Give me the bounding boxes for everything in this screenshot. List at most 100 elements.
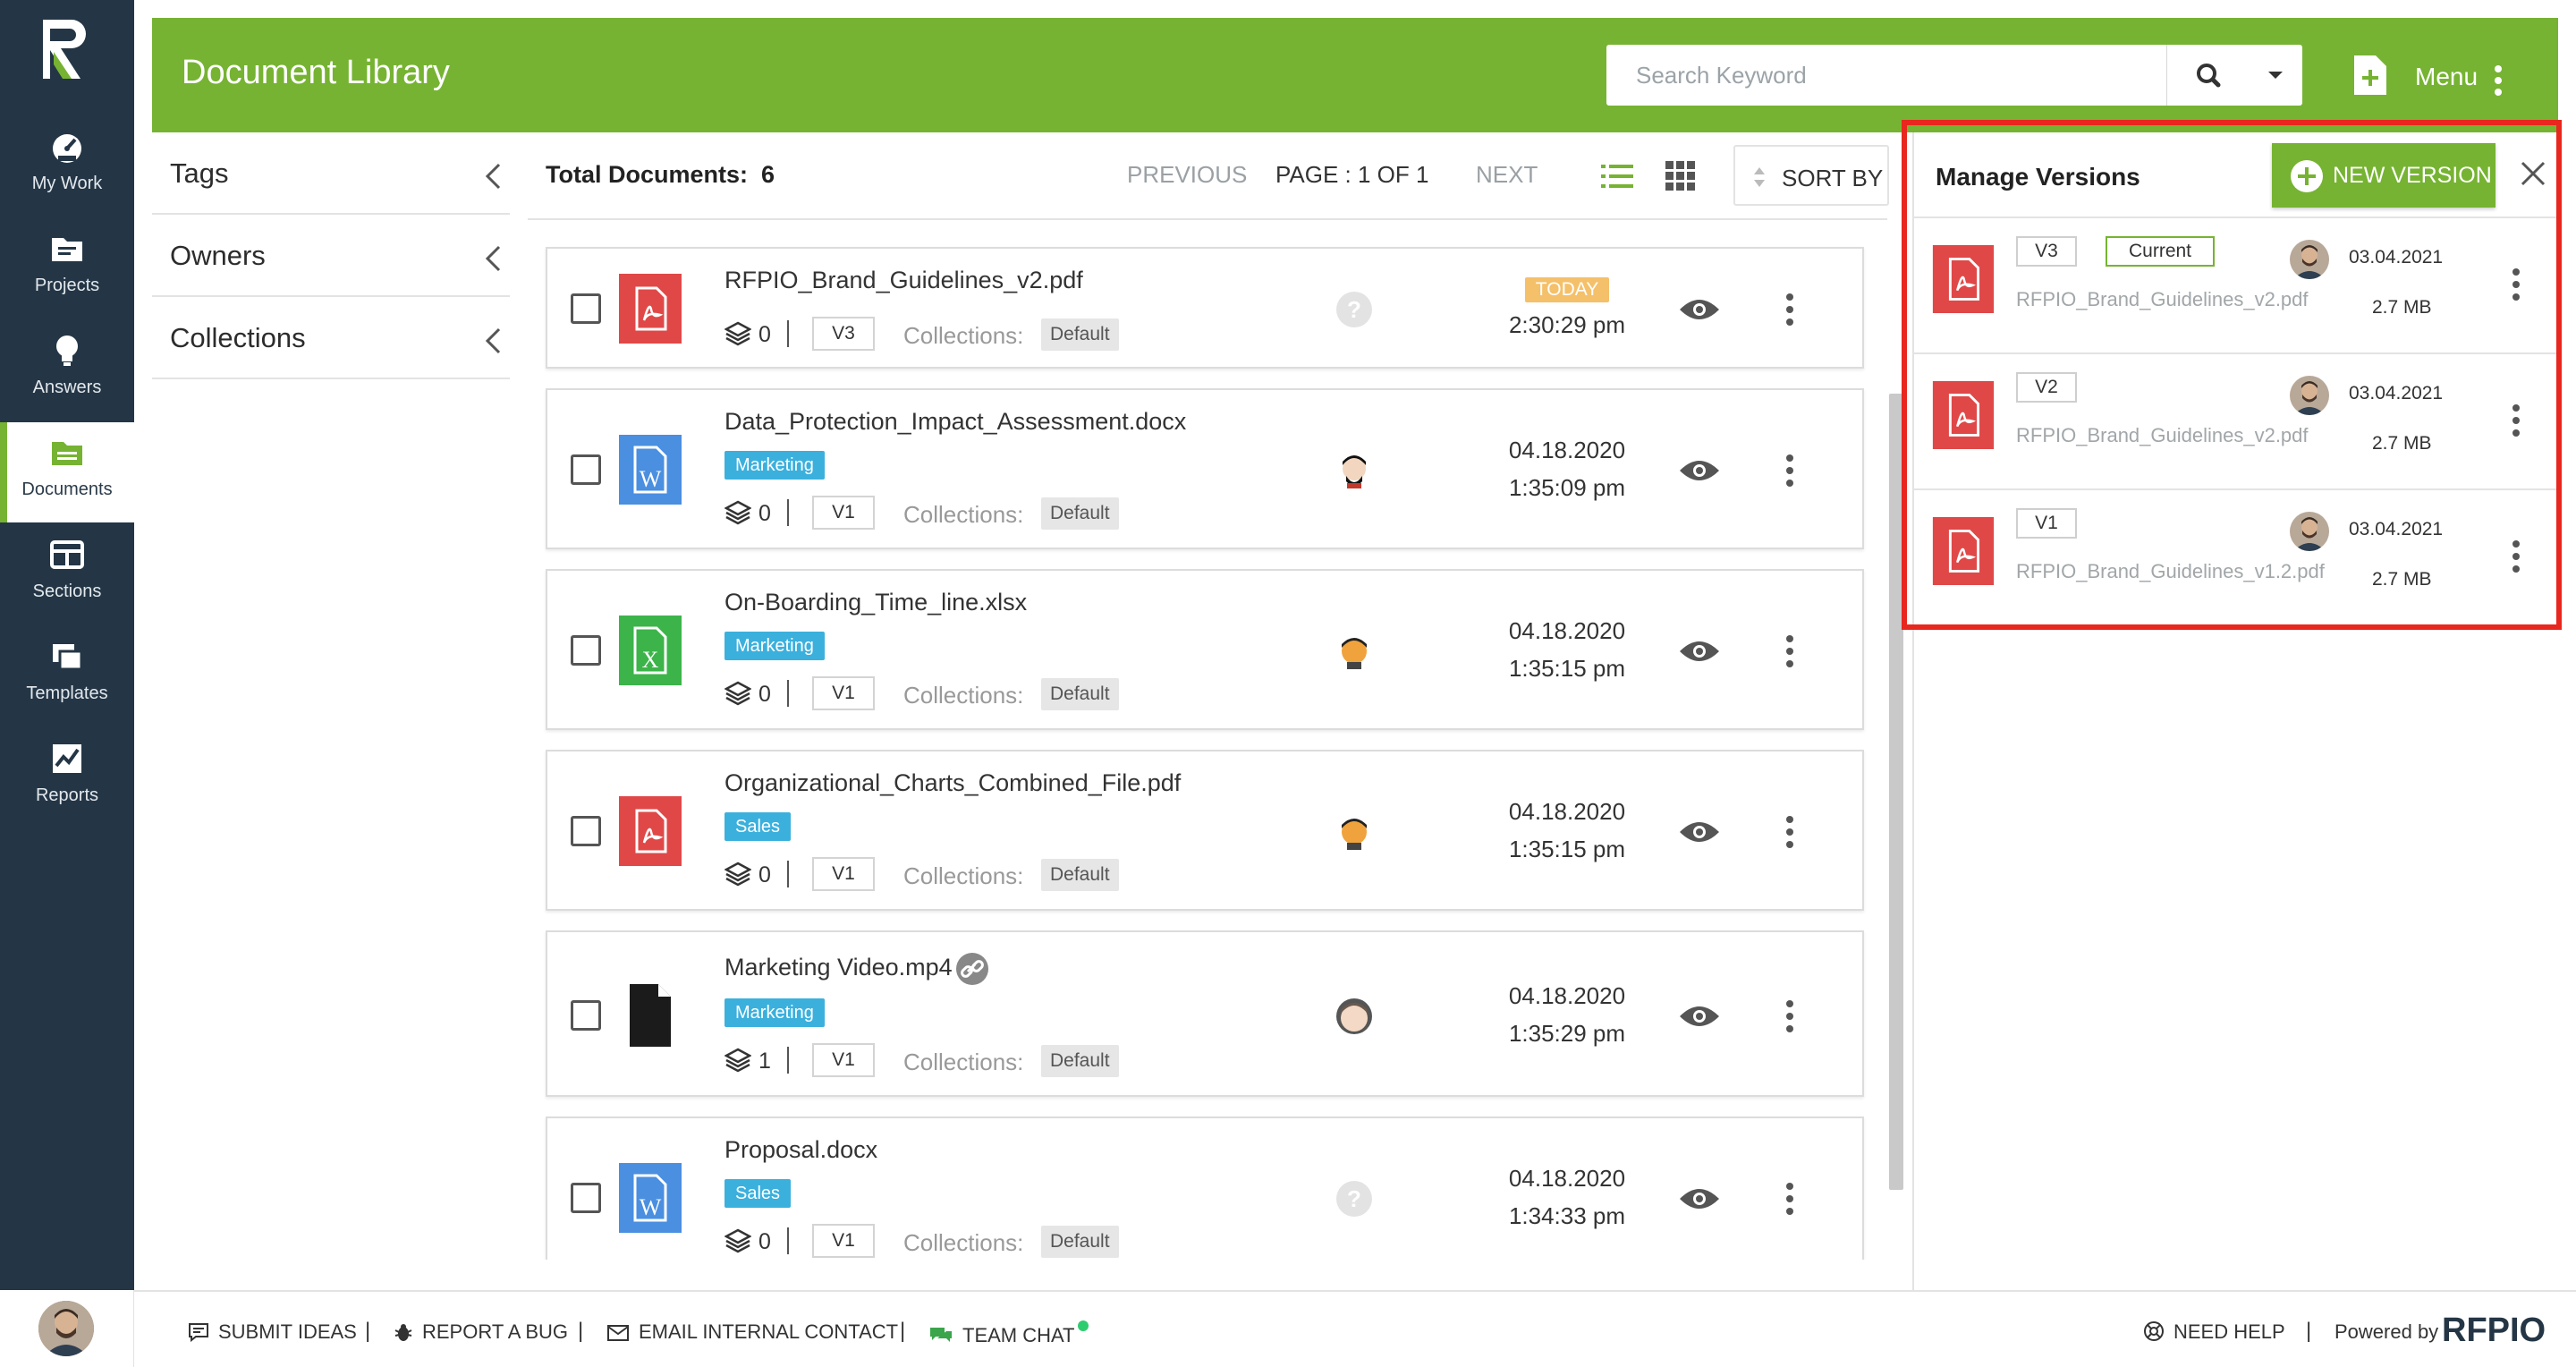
report-bug-link[interactable]: REPORT A BUG <box>394 1320 568 1344</box>
lightbulb-icon <box>56 335 78 366</box>
modified-date: 04.18.2020 1:35:09 pm <box>1508 437 1626 501</box>
filter-tags[interactable]: Tags <box>152 132 510 215</box>
modified-time: 2:30:29 pm <box>1508 311 1626 338</box>
eye-icon[interactable] <box>1678 456 1721 485</box>
document-card[interactable]: W Proposal.docx Sales 0 V1 Collections: … <box>546 1117 1864 1260</box>
collection-chip[interactable]: Default <box>1041 859 1119 891</box>
version-badge: V1 <box>812 1224 875 1258</box>
filter-owners[interactable]: Owners <box>152 215 510 297</box>
generic-file-icon <box>630 984 671 1047</box>
nav-label: Sections <box>32 582 102 601</box>
more-options-icon[interactable] <box>1785 816 1794 848</box>
document-name[interactable]: Organizational_Charts_Combined_File.pdf <box>724 769 1181 797</box>
modified-time: 1:35:29 pm <box>1508 1020 1626 1047</box>
tag-badge[interactable]: Marketing <box>724 451 825 480</box>
add-document-icon[interactable] <box>2352 54 2388 97</box>
next-page-button[interactable]: NEXT <box>1476 161 1538 189</box>
nav-documents[interactable]: Documents <box>0 422 134 522</box>
document-card[interactable]: Marketing Video.mp4 Marketing 1 V1 Colle… <box>546 930 1864 1097</box>
user-avatar-area[interactable] <box>0 1290 134 1367</box>
collections-label: Collections: <box>903 862 1024 889</box>
more-options-icon[interactable] <box>1785 454 1794 487</box>
chevron-left-icon <box>485 327 501 354</box>
document-list: RFPIO_Brand_Guidelines_v2.pdf 0 V3 Colle… <box>528 222 1887 1260</box>
link-icon[interactable] <box>955 952 989 986</box>
eye-icon[interactable] <box>1678 637 1721 666</box>
document-name[interactable]: Proposal.docx <box>724 1136 877 1164</box>
need-help-link[interactable]: NEED HELP <box>2143 1320 2285 1344</box>
kebab-menu-icon[interactable] <box>2494 64 2503 97</box>
filter-label: Owners <box>170 240 266 271</box>
collection-chip[interactable]: Default <box>1041 318 1119 351</box>
rfpio-logo-icon[interactable] <box>41 16 91 82</box>
nav-answers[interactable]: Answers <box>0 320 134 420</box>
tag-badge[interactable]: Marketing <box>724 632 825 660</box>
version-badge: V1 <box>812 857 875 891</box>
divider <box>787 680 789 707</box>
nav-templates[interactable]: Templates <box>0 626 134 726</box>
tag-badge[interactable]: Sales <box>724 812 792 841</box>
search-button[interactable] <box>2166 45 2249 106</box>
document-card[interactable]: X On-Boarding_Time_line.xlsx Marketing 0… <box>546 569 1864 730</box>
row-checkbox[interactable] <box>571 635 601 666</box>
submit-ideas-link[interactable]: SUBMIT IDEAS <box>188 1320 357 1344</box>
list-view-icon[interactable] <box>1601 163 1633 190</box>
menu-button[interactable]: Menu <box>2415 63 2478 91</box>
eye-icon[interactable] <box>1678 1002 1721 1031</box>
avatar[interactable] <box>38 1301 94 1356</box>
more-options-icon[interactable] <box>1785 1000 1794 1032</box>
svg-text:W: W <box>640 466 662 492</box>
modified-time: 1:35:15 pm <box>1508 836 1626 862</box>
divider <box>787 861 789 887</box>
document-name[interactable]: RFPIO_Brand_Guidelines_v2.pdf <box>724 267 1083 294</box>
document-name[interactable]: Marketing Video.mp4 <box>724 954 953 981</box>
team-chat-link[interactable]: TEAM CHAT <box>928 1320 1089 1347</box>
powered-by-label: Powered by <box>2334 1320 2439 1343</box>
email-contact-link[interactable]: EMAIL INTERNAL CONTACT <box>606 1320 898 1344</box>
rfpio-brand-logo: RFPIO <box>2442 1312 2546 1349</box>
nav-reports[interactable]: Reports <box>0 728 134 828</box>
page-indicator: PAGE : 1 OF 1 <box>1275 161 1429 188</box>
eye-icon[interactable] <box>1678 818 1721 846</box>
nav-label: Templates <box>26 684 108 703</box>
modified-time: 1:35:15 pm <box>1508 655 1626 682</box>
more-options-icon[interactable] <box>1785 293 1794 326</box>
row-checkbox[interactable] <box>571 454 601 485</box>
eye-icon[interactable] <box>1678 295 1721 324</box>
row-checkbox[interactable] <box>571 1183 601 1213</box>
search-input[interactable] <box>1606 45 2166 106</box>
tag-badge[interactable]: Marketing <box>724 998 825 1027</box>
filter-collections[interactable]: Collections <box>152 297 510 379</box>
version-badge: V1 <box>812 1043 875 1077</box>
document-name[interactable]: Data_Protection_Impact_Assessment.docx <box>724 408 1186 436</box>
collection-chip[interactable]: Default <box>1041 678 1119 710</box>
more-options-icon[interactable] <box>1785 635 1794 667</box>
online-status-dot <box>1078 1320 1089 1331</box>
document-card[interactable]: Organizational_Charts_Combined_File.pdf … <box>546 750 1864 911</box>
reports-icon <box>53 744 81 773</box>
nav-my-work[interactable]: My Work <box>0 116 134 217</box>
footer-separator: | <box>578 1319 584 1343</box>
row-checkbox[interactable] <box>571 1000 601 1031</box>
eye-icon[interactable] <box>1678 1184 1721 1213</box>
row-checkbox[interactable] <box>571 816 601 846</box>
nav-projects[interactable]: Projects <box>0 218 134 318</box>
nav-label: Projects <box>34 276 100 295</box>
document-card[interactable]: RFPIO_Brand_Guidelines_v2.pdf 0 V3 Colle… <box>546 247 1864 369</box>
collection-chip[interactable]: Default <box>1041 1226 1119 1258</box>
search-filter-dropdown[interactable] <box>2249 45 2302 106</box>
grid-view-icon[interactable] <box>1665 161 1696 191</box>
document-name[interactable]: On-Boarding_Time_line.xlsx <box>724 589 1027 616</box>
more-options-icon[interactable] <box>1785 1183 1794 1215</box>
nav-sections[interactable]: Sections <box>0 524 134 624</box>
sort-by-button[interactable]: SORT BY <box>1733 145 1889 206</box>
version-count: 0 <box>758 1229 771 1254</box>
collections-label: Collections: <box>903 682 1024 709</box>
document-card[interactable]: W Data_Protection_Impact_Assessment.docx… <box>546 388 1864 549</box>
tag-badge[interactable]: Sales <box>724 1179 792 1208</box>
previous-page-button[interactable]: PREVIOUS <box>1127 161 1247 189</box>
row-checkbox[interactable] <box>571 293 601 324</box>
collection-chip[interactable]: Default <box>1041 497 1119 530</box>
collection-chip[interactable]: Default <box>1041 1045 1119 1077</box>
version-count: 0 <box>758 862 771 887</box>
